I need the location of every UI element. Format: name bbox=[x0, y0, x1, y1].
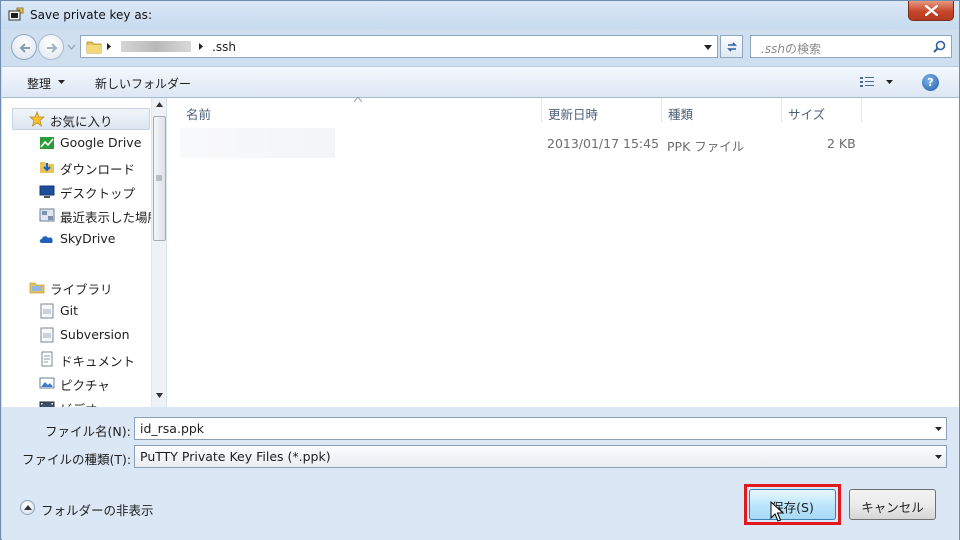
arrow-left-icon bbox=[19, 43, 30, 53]
documents-library-icon bbox=[41, 351, 53, 367]
save-dialog: Save private key as: .ssh .sshの検索 整理 新しい… bbox=[0, 0, 960, 540]
libraries-icon bbox=[29, 282, 45, 294]
column-header-name[interactable]: 名前 bbox=[168, 98, 542, 123]
command-toolbar: 整理 新しいフォルダー ? bbox=[2, 66, 959, 98]
file-list: 名前 更新日時 種類 サイズ 2013/01/17 15:45 PPK ファイル… bbox=[168, 97, 959, 407]
pictures-library-icon bbox=[39, 377, 55, 389]
arrow-right-icon bbox=[47, 43, 58, 53]
sidebar-item-label: SkyDrive bbox=[60, 231, 116, 246]
chevron-down-icon[interactable] bbox=[58, 80, 65, 84]
column-header-type[interactable]: 種類 bbox=[662, 98, 782, 123]
skydrive-icon bbox=[39, 236, 53, 243]
sidebar-item-label: ダウンロード bbox=[60, 162, 136, 177]
desktop-icon bbox=[39, 185, 55, 198]
collapse-icon bbox=[20, 500, 35, 515]
recent-places-icon bbox=[39, 208, 55, 222]
subversion-library-icon bbox=[40, 327, 54, 343]
refresh-button[interactable] bbox=[720, 35, 743, 58]
file-type[interactable]: PPK ファイル bbox=[667, 136, 744, 155]
navigation-pane: お気に入り Google Drive ダウンロード デスクトップ 最近表示した場… bbox=[2, 98, 167, 407]
sidebar-item-label: デスクトップ bbox=[60, 186, 136, 201]
breadcrumb-redacted-segment[interactable] bbox=[121, 41, 191, 52]
filename-value: id_rsa.ppk bbox=[140, 421, 205, 436]
sidebar-item-label: ドキュメント bbox=[60, 354, 136, 369]
file-modified[interactable]: 2013/01/17 15:45 bbox=[547, 136, 659, 151]
scrollbar-grip-icon bbox=[156, 175, 162, 181]
sidebar-item-label: Subversion bbox=[60, 327, 130, 342]
title-bar: Save private key as: bbox=[1, 1, 959, 29]
sidebar-item-label: お気に入り bbox=[50, 114, 113, 129]
videos-library-icon bbox=[39, 401, 55, 407]
sidebar-item-label: Git bbox=[60, 303, 79, 318]
sidebar-item-label: ライブラリ bbox=[50, 282, 113, 297]
scroll-down-icon[interactable] bbox=[156, 393, 163, 398]
organize-button[interactable]: 整理 bbox=[27, 75, 51, 92]
sidebar-item-label: Google Drive bbox=[60, 135, 142, 150]
sidebar-item-label: 最近表示した場所 bbox=[60, 210, 161, 225]
filename-field[interactable]: id_rsa.ppk bbox=[134, 417, 947, 440]
cancel-button-label: キャンセル bbox=[861, 500, 924, 515]
recent-pages-dropdown-icon[interactable] bbox=[67, 43, 76, 52]
sidebar-item-label: ピクチャ bbox=[60, 378, 110, 393]
view-options-icon[interactable] bbox=[859, 75, 875, 89]
filetype-select[interactable]: PuTTY Private Key Files (*.ppk) bbox=[134, 445, 947, 468]
filename-label: ファイル名(N): bbox=[45, 424, 131, 439]
mouse-cursor-icon bbox=[770, 501, 784, 522]
new-folder-button[interactable]: 新しいフォルダー bbox=[95, 75, 191, 92]
scroll-up-icon[interactable] bbox=[156, 102, 163, 107]
search-input[interactable]: .sshの検索 bbox=[750, 35, 952, 58]
search-placeholder: .sshの検索 bbox=[761, 42, 821, 56]
cancel-button[interactable]: キャンセル bbox=[849, 489, 936, 520]
save-options-panel: ファイル名(N): id_rsa.ppk ファイルの種類(T): PuTTY P… bbox=[2, 407, 959, 540]
file-name-redacted[interactable] bbox=[180, 128, 335, 158]
search-icon[interactable] bbox=[933, 40, 946, 53]
folder-icon bbox=[86, 41, 102, 54]
breadcrumb-separator-icon[interactable] bbox=[106, 42, 112, 51]
main-content: お気に入り Google Drive ダウンロード デスクトップ 最近表示した場… bbox=[2, 97, 959, 407]
back-button[interactable] bbox=[11, 34, 37, 60]
hide-folders-label: フォルダーの非表示 bbox=[41, 503, 154, 518]
filetype-value: PuTTY Private Key Files (*.ppk) bbox=[140, 449, 331, 464]
save-button[interactable]: 保存(S) bbox=[749, 489, 836, 520]
file-size[interactable]: 2 KB bbox=[827, 136, 856, 151]
close-button[interactable] bbox=[908, 1, 954, 21]
address-dropdown-icon[interactable] bbox=[704, 45, 712, 50]
navigation-scrollbar[interactable] bbox=[151, 98, 166, 407]
address-bar[interactable]: .ssh bbox=[80, 35, 718, 58]
window-title: Save private key as: bbox=[30, 8, 152, 22]
chevron-down-icon[interactable] bbox=[935, 427, 942, 431]
chevron-down-icon[interactable] bbox=[886, 80, 893, 84]
column-header-modified[interactable]: 更新日時 bbox=[542, 98, 662, 123]
help-button[interactable]: ? bbox=[922, 74, 939, 91]
putty-app-icon bbox=[8, 7, 24, 21]
google-drive-icon bbox=[40, 137, 54, 149]
star-icon bbox=[29, 111, 45, 127]
refresh-icon bbox=[727, 42, 737, 52]
close-icon bbox=[925, 5, 938, 16]
sidebar-item-label: ビデオ bbox=[60, 399, 98, 407]
navigation-bar: .ssh .sshの検索 bbox=[1, 29, 959, 63]
column-header-size[interactable]: サイズ bbox=[782, 98, 862, 123]
help-icon: ? bbox=[927, 76, 934, 89]
downloads-folder-icon bbox=[40, 162, 54, 173]
git-library-icon bbox=[40, 303, 54, 319]
forward-button[interactable] bbox=[38, 34, 64, 60]
breadcrumb-separator-icon[interactable] bbox=[198, 42, 204, 51]
chevron-down-icon[interactable] bbox=[935, 455, 942, 459]
breadcrumb-current[interactable]: .ssh bbox=[212, 40, 236, 54]
save-button-label: 保存(S) bbox=[771, 500, 814, 515]
filetype-label: ファイルの種類(T): bbox=[22, 452, 132, 467]
